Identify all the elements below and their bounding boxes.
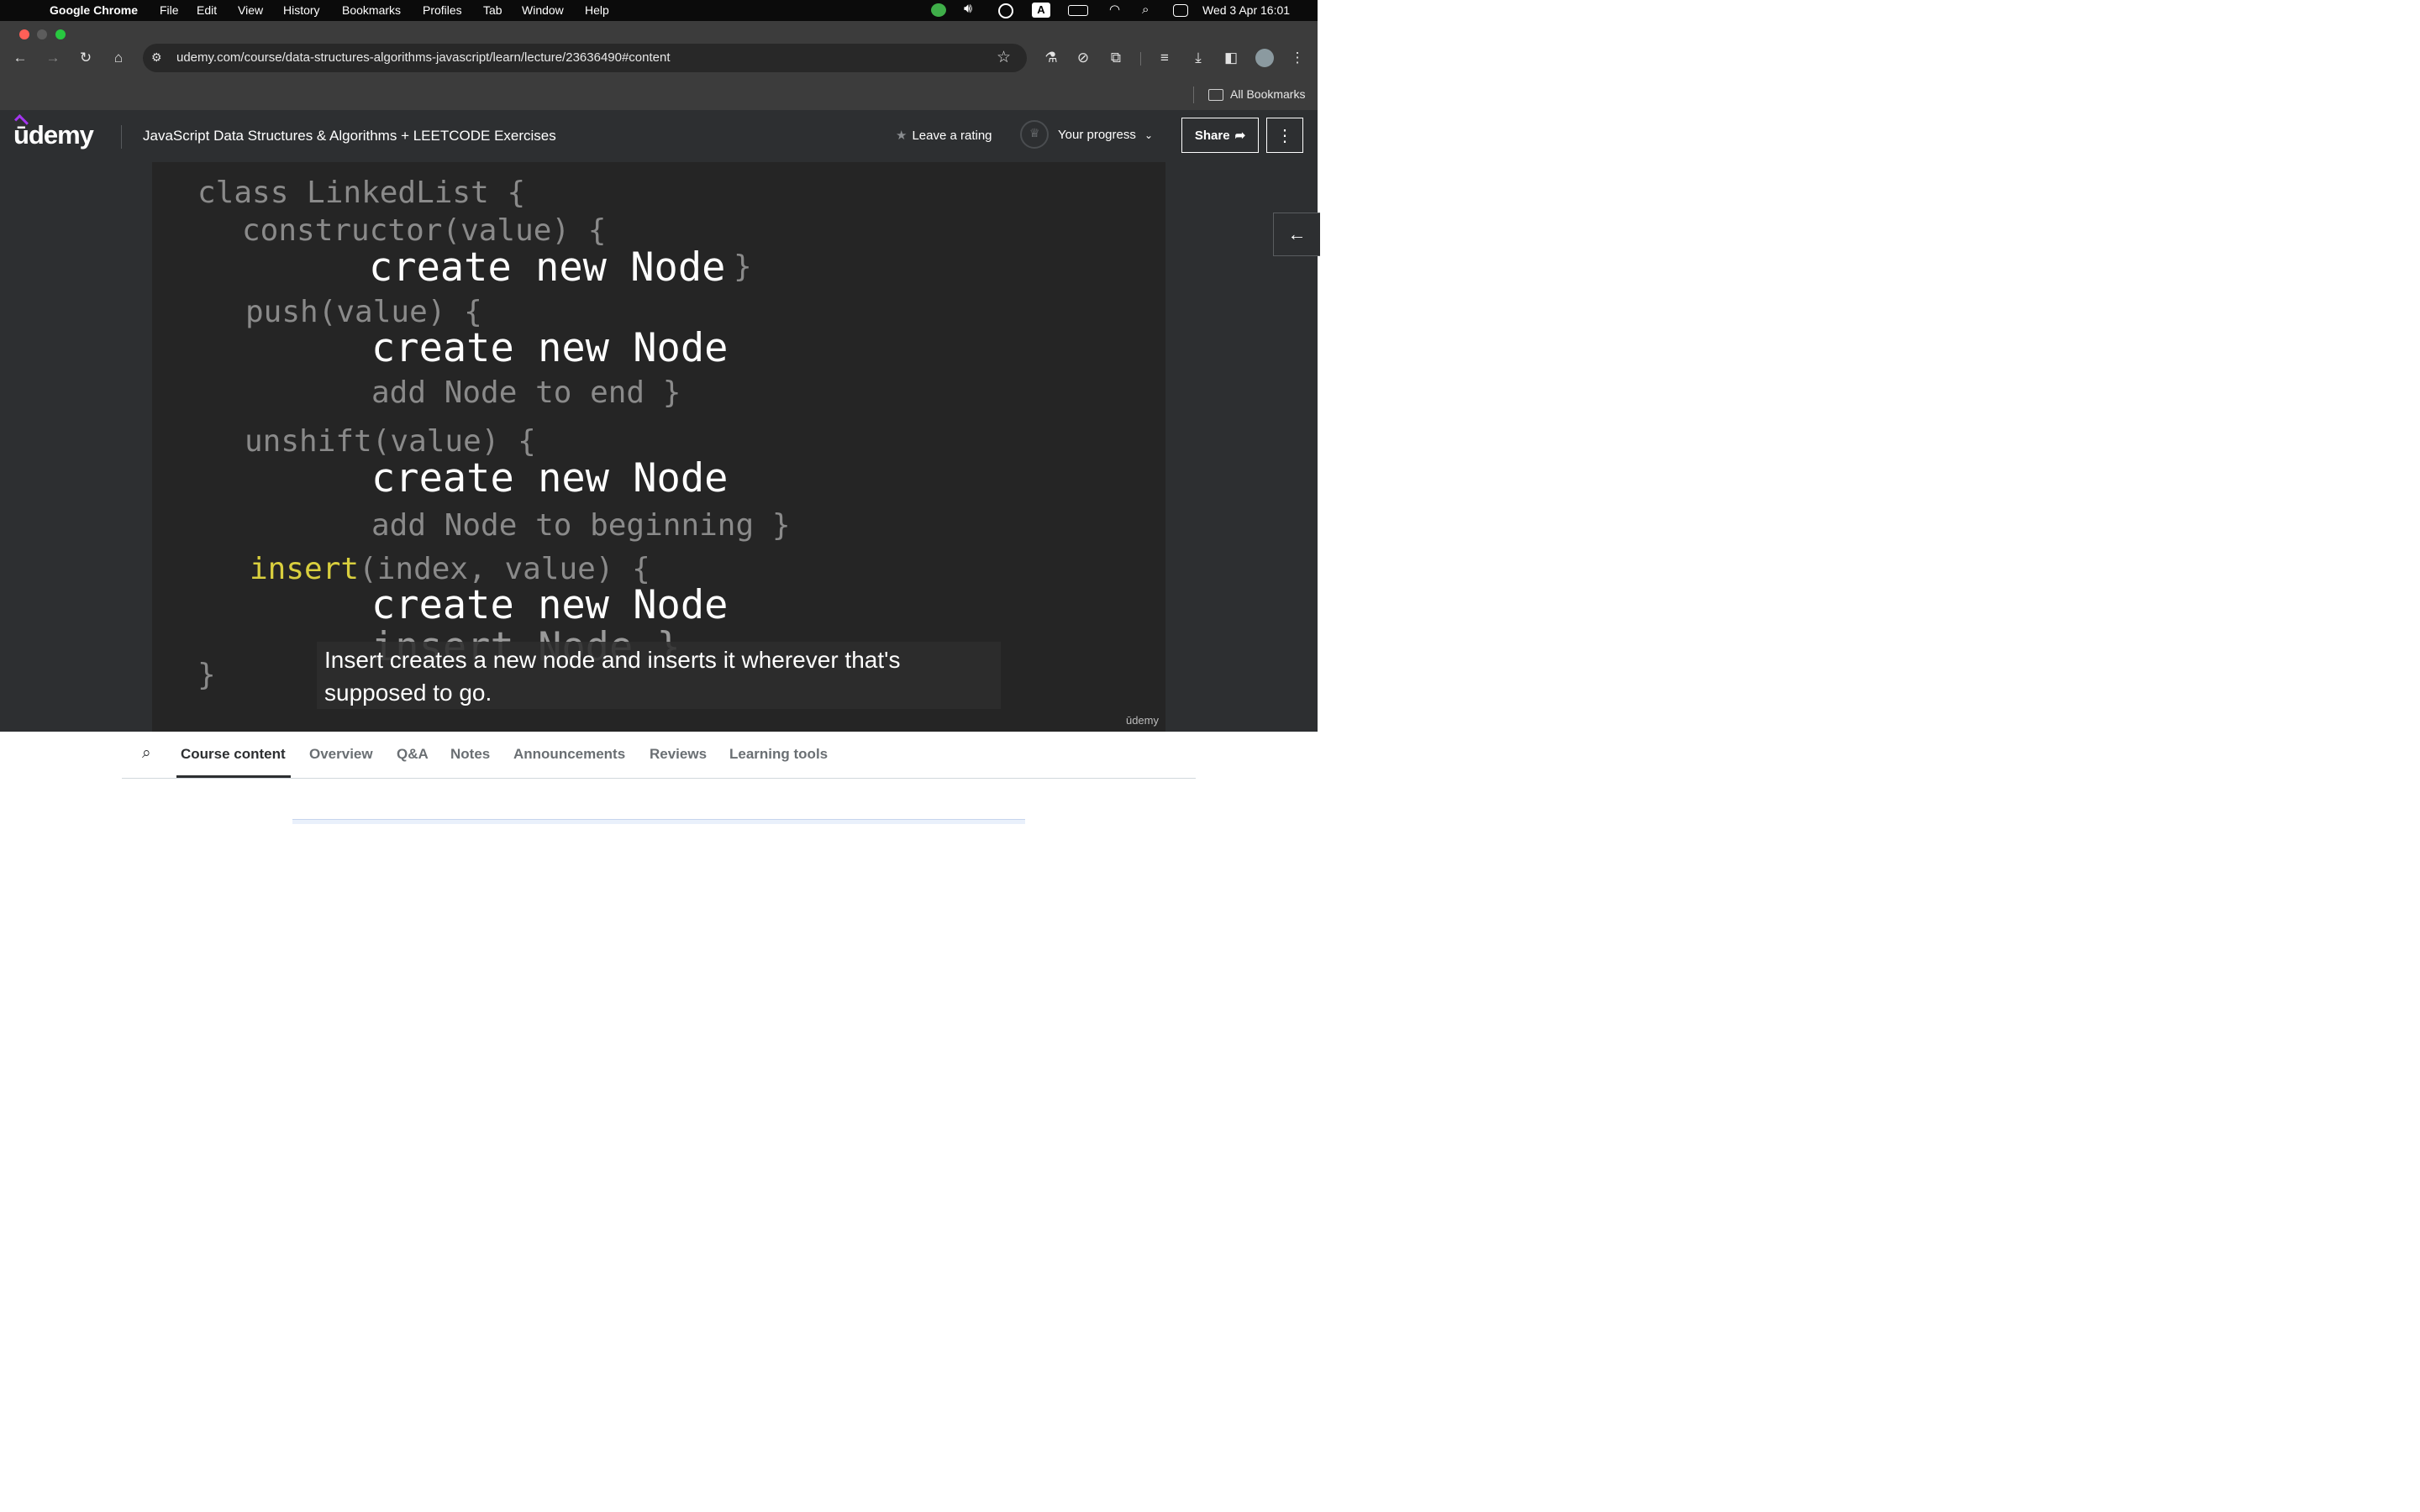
chevron-down-icon: ⌄ — [1144, 129, 1154, 141]
tab-qa[interactable]: Q&A — [397, 746, 429, 763]
code-insert-signature: insert(index, value) { — [250, 552, 650, 586]
menu-bookmarks[interactable]: Bookmarks — [342, 3, 401, 17]
bookmark-star-icon[interactable]: ☆ — [997, 48, 1011, 67]
header-divider — [121, 125, 122, 149]
menu-history[interactable]: History — [283, 3, 320, 17]
minimize-window-button[interactable] — [37, 29, 47, 39]
code-constructor-signature: constructor(value) { — [242, 213, 607, 248]
extension-alert-icon[interactable]: ⚗ — [1042, 50, 1060, 66]
video-caption: Insert creates a new node and inserts it… — [317, 642, 1001, 709]
share-arrow-icon: ➦ — [1234, 129, 1246, 143]
bookmarks-bar: All Bookmarks — [0, 81, 1318, 111]
side-panel-icon[interactable]: ◧ — [1222, 50, 1240, 66]
download-icon[interactable]: ⤓ — [1189, 50, 1207, 66]
forward-icon[interactable]: → — [44, 50, 62, 66]
extensions-puzzle-icon[interactable]: ⧉ — [1107, 50, 1125, 66]
code-insert-create: create new Node — [371, 582, 729, 628]
volume-icon[interactable]: 🔊︎ — [964, 2, 972, 17]
code-constructor-create: create new Node — [369, 244, 726, 291]
tab-notes[interactable]: Notes — [450, 746, 490, 763]
address-url[interactable]: udemy.com/course/data-structures-algorit… — [176, 50, 671, 65]
code-insert-keyword: insert — [250, 552, 360, 586]
menu-view[interactable]: View — [238, 3, 263, 17]
all-bookmarks-link[interactable]: All Bookmarks — [1230, 87, 1305, 101]
share-button[interactable]: Share ➦ — [1181, 118, 1259, 153]
share-button-label: Share — [1194, 128, 1230, 143]
menu-clock[interactable]: Wed 3 Apr 16:01 — [1202, 3, 1290, 17]
leave-rating-label: Leave a rating — [912, 129, 992, 143]
tab-learning-tools[interactable]: Learning tools — [729, 746, 828, 763]
course-tabs: ⌕ Course content Overview Q&A Notes Anno… — [122, 732, 1196, 779]
macos-menu-bar: Google Chrome File Edit View History Boo… — [0, 0, 1318, 21]
leave-rating-button[interactable]: ★ Leave a rating — [896, 128, 992, 143]
tab-reviews[interactable]: Reviews — [650, 746, 707, 763]
line-app-icon[interactable] — [931, 3, 946, 17]
udemy-course-header: ūdemy JavaScript Data Structures & Algor… — [0, 110, 1318, 163]
wifi-icon[interactable]: ◠ — [1109, 2, 1120, 17]
lecture-video[interactable]: class LinkedList { constructor(value) { … — [152, 162, 1165, 732]
media-queue-icon[interactable]: ≡ — [1155, 50, 1174, 66]
toolbar-divider — [1140, 52, 1141, 66]
expand-sidebar-button[interactable]: ← — [1273, 213, 1320, 256]
trophy-icon: ♕ — [1029, 126, 1040, 139]
code-unshift-add: add Node to beginning } — [371, 508, 791, 543]
udemy-watermark: ūdemy — [1125, 714, 1159, 727]
code-unshift-create: create new Node — [371, 455, 729, 501]
menu-edit[interactable]: Edit — [197, 3, 217, 17]
reload-icon[interactable]: ↻ — [76, 50, 95, 66]
tab-overview[interactable]: Overview — [309, 746, 373, 763]
play-status-icon[interactable] — [998, 3, 1013, 18]
compass-extension-icon[interactable]: ⊘ — [1074, 50, 1092, 66]
code-insert-args: (index, value) { — [359, 552, 650, 586]
menu-tab[interactable]: Tab — [483, 3, 502, 17]
code-class-open: class LinkedList { — [197, 176, 526, 210]
battery-icon[interactable] — [1068, 5, 1088, 16]
menu-profiles[interactable]: Profiles — [423, 3, 462, 17]
tab-course-content[interactable]: Course content — [181, 746, 286, 763]
home-icon[interactable]: ⌂ — [109, 50, 128, 66]
bookmarks-divider — [1193, 87, 1194, 103]
input-source-icon[interactable]: A — [1032, 3, 1050, 18]
vertical-dots-icon: ⋮ — [1276, 126, 1293, 145]
code-push-signature: push(value) { — [245, 295, 482, 329]
site-info-icon[interactable]: ⚙ — [151, 50, 162, 65]
menu-window[interactable]: Window — [522, 3, 564, 17]
code-constructor-close: } — [734, 249, 752, 284]
course-title[interactable]: JavaScript Data Structures & Algorithms … — [143, 128, 556, 144]
menu-help[interactable]: Help — [585, 3, 609, 17]
code-unshift-signature: unshift(value) { — [245, 424, 536, 459]
code-push-add: add Node to end } — [371, 375, 681, 410]
address-bar[interactable]: ⚙ udemy.com/course/data-structures-algor… — [143, 44, 1027, 72]
back-icon[interactable]: ← — [11, 50, 29, 66]
close-window-button[interactable] — [19, 29, 29, 39]
your-progress-label: Your progress — [1058, 128, 1136, 142]
content-panel-edge — [292, 819, 1025, 824]
menu-app-name[interactable]: Google Chrome — [50, 3, 138, 17]
star-icon: ★ — [896, 129, 908, 143]
your-progress-dropdown[interactable]: Your progress ⌄ — [1058, 128, 1153, 142]
chrome-menu-icon[interactable]: ⋮ — [1288, 50, 1307, 66]
active-tab-indicator — [176, 775, 291, 778]
menu-file[interactable]: File — [160, 3, 179, 17]
arrow-left-icon: ← — [1287, 223, 1307, 244]
maximize-window-button[interactable] — [55, 29, 66, 39]
code-class-close: } — [197, 658, 216, 692]
control-center-icon[interactable] — [1173, 4, 1188, 17]
spotlight-search-icon[interactable]: ⌕ — [1142, 3, 1149, 17]
profile-avatar[interactable] — [1255, 49, 1274, 67]
folder-icon — [1208, 89, 1223, 101]
search-icon[interactable]: ⌕ — [142, 744, 151, 763]
tab-announcements[interactable]: Announcements — [513, 746, 625, 763]
udemy-logo[interactable]: ūdemy — [13, 120, 94, 150]
progress-trophy-icon[interactable]: ♕ — [1020, 120, 1049, 149]
video-player-area: class LinkedList { constructor(value) { … — [0, 162, 1320, 732]
code-push-create: create new Node — [371, 325, 729, 371]
more-options-button[interactable]: ⋮ — [1266, 118, 1303, 153]
